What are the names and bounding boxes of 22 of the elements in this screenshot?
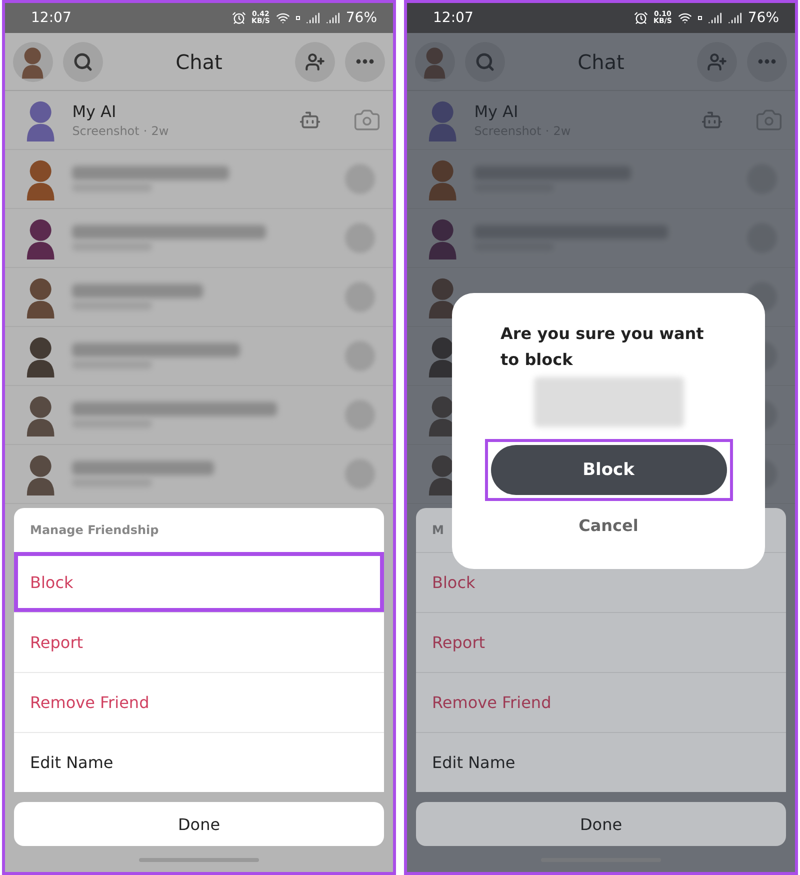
- sheet-title: M: [431, 522, 445, 539]
- chat-subtitle: Screenshot: [72, 124, 140, 138]
- header-title: Chat: [174, 50, 224, 74]
- battery-level: 76%: [748, 10, 779, 26]
- separator-dot: ·: [545, 124, 550, 138]
- battery-level: 76%: [346, 10, 377, 26]
- done-button[interactable]: Done: [416, 802, 786, 846]
- status-time: 12:07: [433, 10, 474, 26]
- done-button[interactable]: Done: [14, 802, 384, 846]
- separator-dot: ·: [143, 124, 148, 138]
- sheet-title: Manage Friendship: [29, 522, 160, 539]
- cancel-button[interactable]: Cancel: [572, 515, 644, 536]
- header-title: Chat: [576, 50, 626, 74]
- block-button[interactable]: Block: [490, 445, 726, 495]
- chat-name: My AI: [72, 102, 118, 121]
- chat-name: My AI: [474, 102, 520, 121]
- status-time: 12:07: [31, 10, 72, 26]
- menu-item[interactable]: Block: [14, 552, 384, 612]
- dialog-message: Are you sure you want to block: [500, 323, 705, 371]
- chat-age: 2w: [151, 124, 169, 138]
- menu-item[interactable]: Edit Name: [14, 732, 384, 792]
- menu-item[interactable]: Edit Name: [416, 732, 786, 792]
